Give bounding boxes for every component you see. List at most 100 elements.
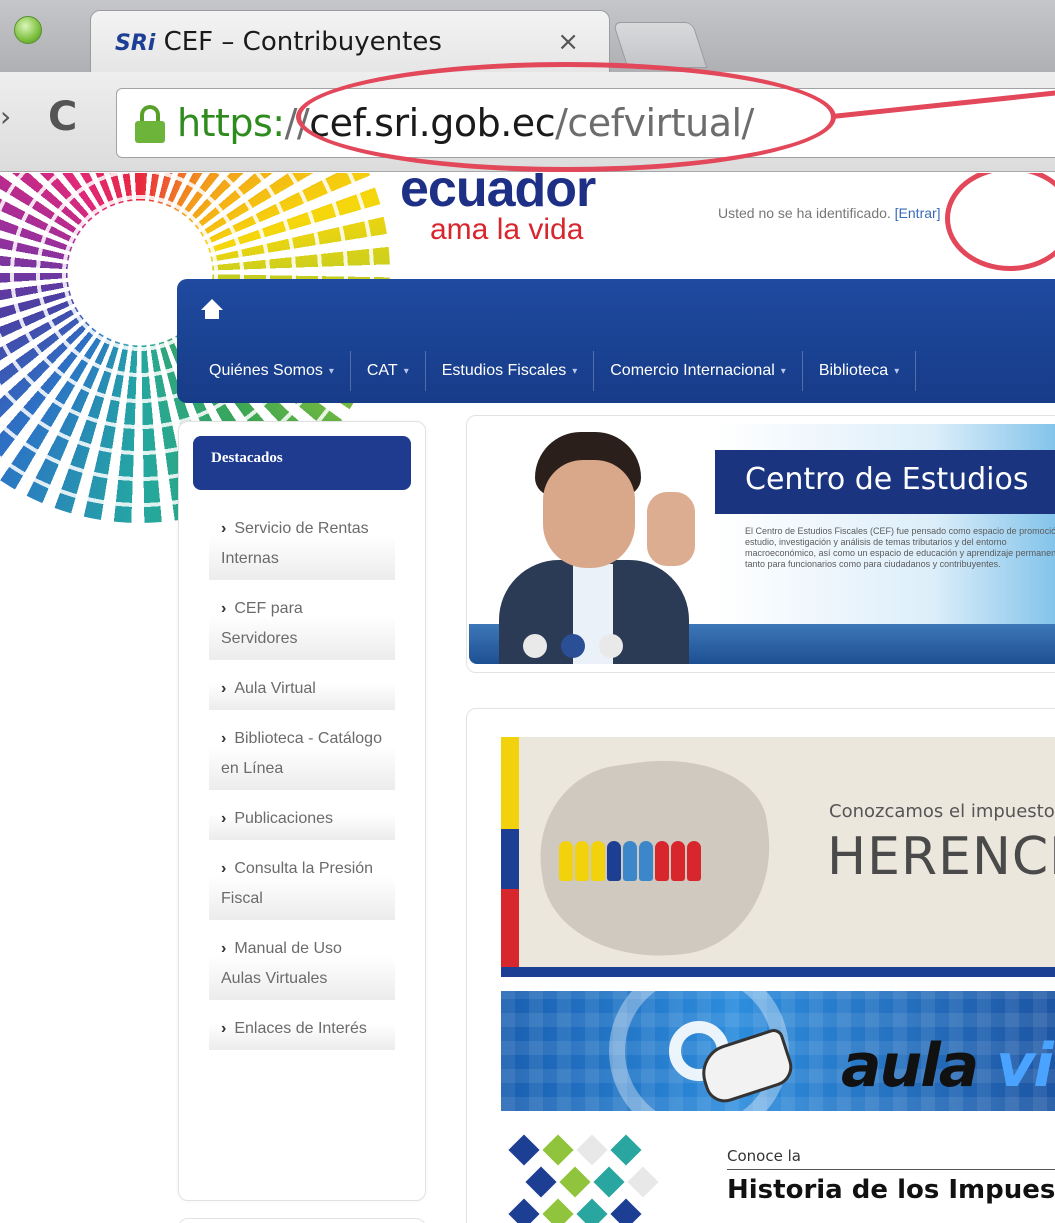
nav-item[interactable]: Comercio Internacional ▾	[594, 351, 803, 391]
nav-item[interactable]: CAT ▾	[351, 351, 426, 391]
historia-subtitle: Conoce la	[727, 1147, 801, 1165]
slide-title: Centro de Estudios	[715, 450, 1055, 514]
people-icons	[559, 841, 701, 881]
person-icon	[687, 841, 701, 881]
aula-accent-text: vi	[996, 1031, 1054, 1101]
login-link[interactable]: [Entrar]	[895, 205, 941, 221]
hero-slider: Centro de Estudios El Centro de Estudios…	[466, 415, 1055, 673]
slide-text: El Centro de Estudios Fiscales (CEF) fue…	[745, 526, 1055, 569]
historia-banner[interactable]: Conoce la Historia de los Impuest	[501, 1125, 1055, 1223]
home-icon[interactable]	[201, 299, 223, 321]
chevron-right-icon: ›	[221, 730, 227, 747]
sidebar-item-label: Aula Virtual	[234, 680, 316, 697]
sidebar-item-label: Enlaces de Interés	[234, 1020, 367, 1037]
cube-shape	[559, 1166, 591, 1198]
new-tab-button[interactable]	[612, 22, 708, 68]
slide[interactable]: Centro de Estudios El Centro de Estudios…	[469, 424, 1055, 664]
sidebar-item-label: Consulta la Presión Fiscal	[221, 860, 374, 907]
logo-sub-text: ama la vida	[430, 213, 584, 246]
banner-footer-bar	[501, 967, 1055, 977]
web-page: ecuador ama la vida Usted no se ha ident…	[0, 173, 1055, 1223]
sidebar-item[interactable]: › Servicio de Rentas Internas	[209, 506, 395, 580]
window-zoom-button[interactable]	[14, 16, 42, 44]
person-icon	[671, 841, 685, 881]
sidebar-item-label: Biblioteca - Catálogo en Línea	[221, 730, 382, 777]
chevron-right-icon: ›	[221, 520, 227, 537]
slider-dot[interactable]	[523, 634, 547, 658]
person-icon	[559, 841, 573, 881]
reload-icon[interactable]: C	[48, 94, 77, 140]
main-navbar: Quiénes Somos ▾ CAT ▾ Estudios Fiscales ▾ Come…	[177, 279, 1055, 403]
flag-stripe	[501, 737, 519, 977]
cube-shape	[576, 1198, 608, 1223]
chevron-down-icon: ▾	[328, 365, 334, 377]
cube-shape	[576, 1134, 608, 1166]
nav-item[interactable]: Estudios Fiscales ▾	[426, 351, 595, 391]
login-annotation-circle	[945, 173, 1055, 271]
cube-shape	[627, 1166, 659, 1198]
logo-main-text: ecuador	[400, 173, 596, 218]
login-status-text: Usted no se ha identificado.	[718, 205, 891, 221]
aula-virtual-banner[interactable]: aula vi E	[501, 991, 1055, 1111]
herencia-subtitle: Conozcamos el impuesto	[829, 801, 1055, 822]
nav-item-label: CAT	[366, 362, 398, 379]
chevron-right-icon: ›	[221, 940, 227, 957]
sidebar-heading: Destacados	[193, 436, 411, 490]
cube-shape	[508, 1134, 540, 1166]
sidebar-item[interactable]: › Consulta la Presión Fiscal	[209, 846, 395, 920]
chevron-down-icon: ▾	[894, 365, 900, 377]
chevron-down-icon: ▾	[780, 365, 786, 377]
cube-shape	[610, 1198, 642, 1223]
slider-dot[interactable]	[561, 634, 585, 658]
sidebar-second-panel	[178, 1218, 426, 1223]
nav-item-label: Comercio Internacional	[610, 362, 775, 379]
slider-dot[interactable]	[599, 634, 623, 658]
sidebar-item[interactable]: › Biblioteca - Catálogo en Línea	[209, 716, 395, 790]
login-status: Usted no se ha identificado. [Entrar]	[718, 205, 941, 221]
sri-favicon-icon: SRi	[115, 31, 156, 56]
nav-menu: Quiénes Somos ▾ CAT ▾ Estudios Fiscales ▾ Come…	[177, 351, 917, 391]
chevron-right-icon: ›	[221, 810, 227, 827]
historia-rule	[727, 1169, 1055, 1170]
sidebar-list: › Servicio de Rentas Internas › CEF para Se…	[209, 506, 395, 1056]
sidebar-item[interactable]: › Manual de Uso Aulas Virtuales	[209, 926, 395, 1000]
cube-shape	[525, 1166, 557, 1198]
nav-item[interactable]: Quiénes Somos ▾	[177, 351, 351, 391]
sidebar-item[interactable]: › Aula Virtual	[209, 666, 395, 710]
sidebar-item-label: Publicaciones	[234, 810, 334, 827]
historia-title: Historia de los Impuest	[727, 1175, 1055, 1205]
sidebar-item-label: Manual de Uso Aulas Virtuales	[221, 940, 342, 987]
lock-icon[interactable]	[135, 105, 165, 143]
browser-tab-bar: SRi CEF – Contribuyentes ×	[0, 0, 1055, 72]
ecuador-logo[interactable]: ecuador ama la vida	[400, 173, 596, 246]
businessman-image	[499, 432, 709, 664]
herencia-banner[interactable]: Conozcamos el impuesto HERENCIA	[501, 737, 1055, 977]
chevron-down-icon: ▾	[572, 365, 578, 377]
main-content: Conozcamos el impuesto HERENCIA aula vi …	[466, 708, 1055, 1223]
forward-icon[interactable]: ›	[0, 100, 11, 133]
chevron-right-icon: ›	[221, 1020, 227, 1037]
sidebar-item[interactable]: › Publicaciones	[209, 796, 395, 840]
nav-item-label: Biblioteca	[818, 362, 889, 379]
chevron-right-icon: ›	[221, 680, 227, 697]
cube-shape	[610, 1134, 642, 1166]
chevron-right-icon: ›	[221, 600, 227, 617]
aula-text: aula	[841, 1031, 979, 1101]
person-icon	[639, 841, 653, 881]
person-icon	[623, 841, 637, 881]
url-scheme: https:	[177, 101, 285, 145]
tab-close-icon[interactable]: ×	[557, 27, 579, 57]
sidebar-item[interactable]: › Enlaces de Interés	[209, 1006, 395, 1050]
sidebar-item[interactable]: › CEF para Servidores	[209, 586, 395, 660]
tab-title-text: CEF – Contribuyentes	[163, 27, 442, 57]
cubes-graphic	[501, 1125, 721, 1223]
cube-shape	[593, 1166, 625, 1198]
nav-item[interactable]: Biblioteca ▾	[803, 351, 917, 391]
nav-item-label: Quiénes Somos	[209, 362, 323, 379]
url-annotation-oval	[296, 62, 836, 172]
chevron-right-icon: ›	[221, 860, 227, 877]
person-icon	[607, 841, 621, 881]
person-icon	[591, 841, 605, 881]
herencia-title: HERENCIA	[827, 827, 1055, 887]
aula-word: aula vi	[841, 1031, 1054, 1101]
